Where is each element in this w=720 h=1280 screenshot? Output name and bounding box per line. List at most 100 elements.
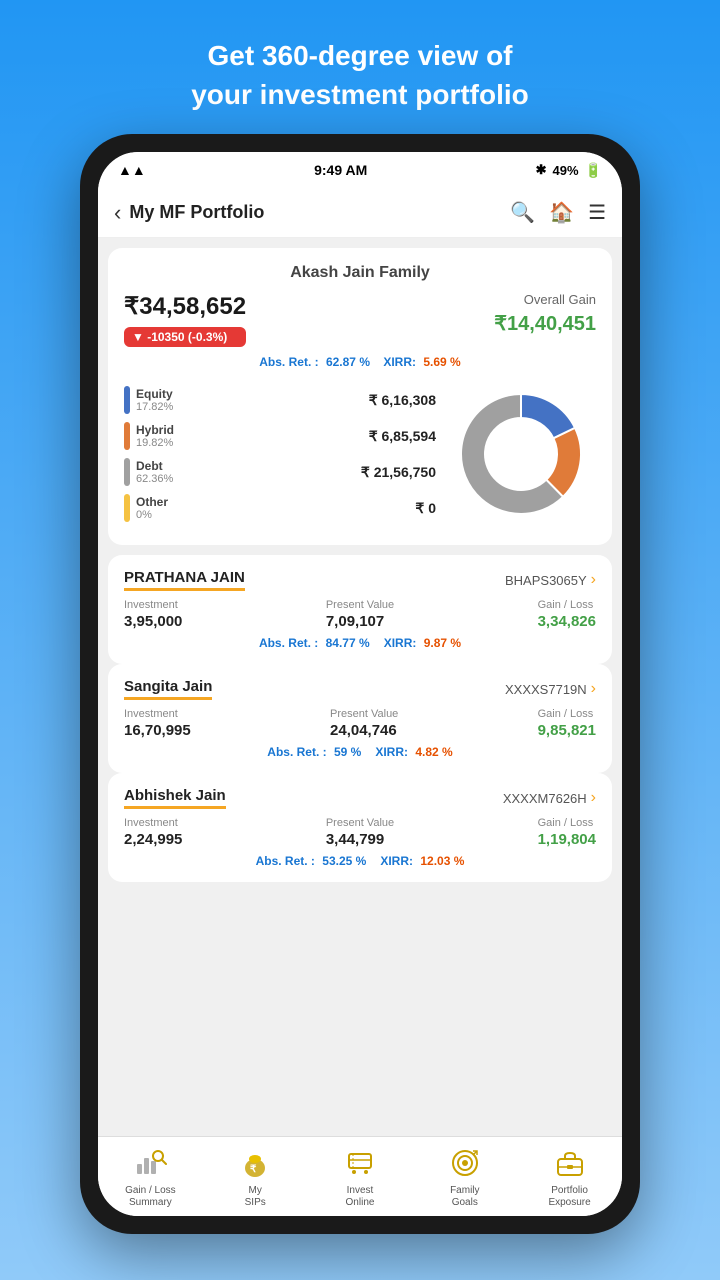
wifi-icon: ▲▲ <box>118 162 146 178</box>
menu-icon[interactable]: ☰ <box>588 200 606 225</box>
gain-loss-col: Gain / Loss 1,19,804 <box>538 817 596 848</box>
phone-device: ▲▲ 9:49 AM ✱ 49% 🔋 ‹ My MF Portfolio 🔍 🏠… <box>80 134 640 1234</box>
abs-ret-row: Abs. Ret. : 62.87 % XIRR: 5.69 % <box>124 355 596 369</box>
cat-name: Other <box>136 495 168 509</box>
present-value-col: Present Value 7,09,107 <box>326 599 394 630</box>
gain-loss-value: 3,34,826 <box>538 613 596 630</box>
cat-value: ₹ 0 <box>415 500 436 517</box>
top-nav: ‹ My MF Portfolio 🔍 🏠 ☰ <box>98 188 622 238</box>
cat-name: Equity <box>136 387 173 401</box>
tab-icon-2 <box>342 1145 378 1181</box>
member-name: Sangita Jain <box>124 678 212 700</box>
present-value: 7,09,107 <box>326 613 394 630</box>
main-content: Akash Jain Family ₹34,58,652 ▼ -10350 (-… <box>98 238 622 1136</box>
cat-name: Hybrid <box>136 423 174 437</box>
gain-loss-col: Gain / Loss 3,34,826 <box>538 599 596 630</box>
xirr-static-label: XIRR: <box>375 745 408 759</box>
tab-item-3[interactable]: FamilyGoals <box>412 1145 517 1209</box>
category-item-hybrid: Hybrid 19.82% ₹ 6,85,594 <box>124 422 436 450</box>
svg-text:₹: ₹ <box>250 1164 257 1175</box>
member-pan: BHAPS3065Y <box>505 573 587 588</box>
battery-icon: 🔋 <box>585 162 602 179</box>
present-value-label: Present Value <box>330 708 398 720</box>
investment-col: Investment 16,70,995 <box>124 708 191 739</box>
cat-pct: 62.36% <box>136 473 173 485</box>
home-icon[interactable]: 🏠 <box>549 200 574 225</box>
tab-item-0[interactable]: Gain / LossSummary <box>98 1145 203 1209</box>
cat-label-block: Debt 62.36% <box>136 459 173 485</box>
investment-value: 2,24,995 <box>124 831 182 848</box>
status-bar: ▲▲ 9:49 AM ✱ 49% 🔋 <box>98 152 622 188</box>
member-id[interactable]: XXXXS7719N › <box>505 680 596 698</box>
cat-value: ₹ 6,85,594 <box>369 428 436 445</box>
family-name: Akash Jain Family <box>124 264 596 282</box>
member-abs-ret-value: 59 % <box>334 745 361 759</box>
member-id[interactable]: XXXXM7626H › <box>503 789 596 807</box>
category-item-other: Other 0% ₹ 0 <box>124 494 436 522</box>
status-time: 9:49 AM <box>314 162 367 178</box>
tab-label-1: MySIPs <box>245 1185 266 1209</box>
cat-color-dot <box>124 422 130 450</box>
member-header: Sangita Jain XXXXS7719N › <box>124 678 596 700</box>
cat-pct: 17.82% <box>136 401 173 413</box>
gain-loss-value: 9,85,821 <box>538 722 596 739</box>
cat-pct: 0% <box>136 509 168 521</box>
phone-screen: ▲▲ 9:49 AM ✱ 49% 🔋 ‹ My MF Portfolio 🔍 🏠… <box>98 152 622 1216</box>
tab-icon-1: ₹ <box>237 1145 273 1181</box>
tab-item-2[interactable]: InvestOnline <box>308 1145 413 1209</box>
member-pan: XXXXM7626H <box>503 791 587 806</box>
member-stats: Investment 2,24,995 Present Value 3,44,7… <box>124 817 596 848</box>
member-abs-ret: Abs. Ret. : 53.25 % XIRR: 12.03 % <box>124 854 596 868</box>
member-xirr-value: 4.82 % <box>415 745 452 759</box>
member-chevron-right-icon[interactable]: › <box>591 571 596 589</box>
member-stats: Investment 16,70,995 Present Value 24,04… <box>124 708 596 739</box>
tab-label-2: InvestOnline <box>346 1185 375 1209</box>
header-tagline: Get 360-degree view of your investment p… <box>151 0 569 134</box>
gain-loss-value: 1,19,804 <box>538 831 596 848</box>
change-badge: ▼ -10350 (-0.3%) <box>124 327 246 347</box>
member-stats: Investment 3,95,000 Present Value 7,09,1… <box>124 599 596 630</box>
back-button[interactable]: ‹ <box>114 200 121 226</box>
gain-loss-col: Gain / Loss 9,85,821 <box>538 708 596 739</box>
member-abs-ret: Abs. Ret. : 84.77 % XIRR: 9.87 % <box>124 636 596 650</box>
abs-ret-static-label: Abs. Ret. : <box>256 854 315 868</box>
member-chevron-right-icon[interactable]: › <box>591 680 596 698</box>
nav-icons: 🔍 🏠 ☰ <box>510 200 606 225</box>
present-value-label: Present Value <box>326 817 394 829</box>
portfolio-card: Akash Jain Family ₹34,58,652 ▼ -10350 (-… <box>108 248 612 545</box>
member-card-2: Abhishek Jain XXXXM7626H › Investment 2,… <box>108 773 612 882</box>
tab-label-3: FamilyGoals <box>450 1185 479 1209</box>
battery-label: 49% <box>553 163 579 178</box>
member-xirr-value: 12.03 % <box>420 854 464 868</box>
present-value-col: Present Value 3,44,799 <box>326 817 394 848</box>
present-value-col: Present Value 24,04,746 <box>330 708 398 739</box>
tab-item-4[interactable]: PortfolioExposure <box>517 1145 622 1209</box>
member-chevron-right-icon[interactable]: › <box>591 789 596 807</box>
cat-label-block: Other 0% <box>136 495 168 521</box>
present-value: 3,44,799 <box>326 831 394 848</box>
investment-col: Investment 3,95,000 <box>124 599 182 630</box>
member-abs-ret-value: 84.77 % <box>326 636 370 650</box>
cat-color-dot <box>124 458 130 486</box>
portfolio-value-section: ₹34,58,652 ▼ -10350 (-0.3%) <box>124 292 246 347</box>
member-id[interactable]: BHAPS3065Y › <box>505 571 596 589</box>
member-header: Abhishek Jain XXXXM7626H › <box>124 787 596 809</box>
tab-label-4: PortfolioExposure <box>548 1185 590 1209</box>
search-icon[interactable]: 🔍 <box>510 200 535 225</box>
member-header: PRATHANA JAIN BHAPS3065Y › <box>124 569 596 591</box>
gain-loss-label: Gain / Loss <box>538 817 596 829</box>
header-line2: your investment portfolio <box>191 75 529 114</box>
investment-label: Investment <box>124 599 182 611</box>
abs-ret-static-label: Abs. Ret. : <box>267 745 326 759</box>
xirr-static-label: XIRR: <box>380 854 413 868</box>
tab-item-1[interactable]: ₹ MySIPs <box>203 1145 308 1209</box>
cat-label-block: Equity 17.82% <box>136 387 173 413</box>
member-xirr-value: 9.87 % <box>424 636 461 650</box>
header-line1: Get 360-degree view of <box>191 36 529 75</box>
category-item-equity: Equity 17.82% ₹ 6,16,308 <box>124 386 436 414</box>
abs-ret-static-label: Abs. Ret. : <box>259 636 318 650</box>
abs-ret-value: 62.87 % <box>326 355 370 369</box>
tab-icon-0 <box>132 1145 168 1181</box>
portfolio-chart-section: Equity 17.82% ₹ 6,16,308 Hybrid 19.82% ₹… <box>124 379 596 529</box>
categories-list: Equity 17.82% ₹ 6,16,308 Hybrid 19.82% ₹… <box>124 386 436 522</box>
